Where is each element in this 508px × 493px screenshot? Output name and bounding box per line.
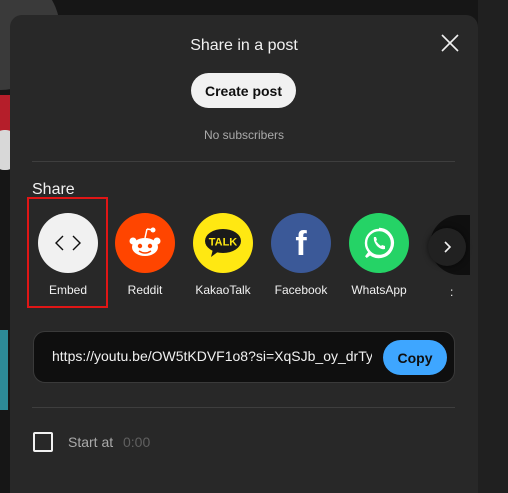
background-shape — [0, 330, 8, 410]
close-button[interactable] — [435, 28, 465, 58]
facebook-icon: f — [271, 213, 331, 273]
whatsapp-icon — [349, 213, 409, 273]
partial-share-label: : — [450, 285, 454, 299]
kakaotalk-icon: TALK — [193, 213, 253, 273]
share-link-box: https://youtu.be/OW5tKDVF1o8?si=XqSJb_oy… — [33, 331, 455, 383]
start-at-checkbox[interactable] — [33, 432, 53, 452]
svg-text:TALK: TALK — [209, 237, 238, 249]
start-at-label: Start at — [68, 434, 114, 450]
embed-icon — [38, 213, 98, 273]
share-kakaotalk-button[interactable]: TALK KakaoTalk — [192, 213, 254, 297]
share-embed-button[interactable]: Embed — [37, 213, 99, 297]
close-icon — [441, 34, 459, 52]
subscribers-text: No subscribers — [203, 128, 285, 142]
share-whatsapp-button[interactable]: WhatsApp — [348, 213, 410, 297]
chevron-right-icon — [444, 241, 452, 253]
background-shape — [478, 0, 508, 493]
share-item-label: KakaoTalk — [195, 283, 251, 297]
share-item-label: Embed — [48, 283, 88, 297]
start-at-time: 0:00 — [123, 434, 151, 450]
share-link-url[interactable]: https://youtu.be/OW5tKDVF1o8?si=XqSJb_oy… — [52, 348, 372, 364]
share-dialog: Share in a post Create post No subscribe… — [10, 15, 478, 493]
share-facebook-button[interactable]: f Facebook — [270, 213, 332, 297]
svg-text:f: f — [295, 225, 307, 261]
dialog-title: Share in a post — [190, 37, 298, 54]
share-reddit-button[interactable]: Reddit — [114, 213, 176, 297]
share-item-label: Reddit — [127, 283, 163, 297]
share-item-label: Facebook — [274, 283, 328, 297]
next-share-button[interactable] — [428, 228, 466, 266]
share-item-label: WhatsApp — [351, 283, 407, 297]
reddit-icon — [115, 213, 175, 273]
divider — [32, 161, 455, 162]
create-post-button[interactable]: Create post — [191, 73, 296, 108]
divider — [32, 407, 455, 408]
copy-button[interactable]: Copy — [383, 340, 447, 375]
